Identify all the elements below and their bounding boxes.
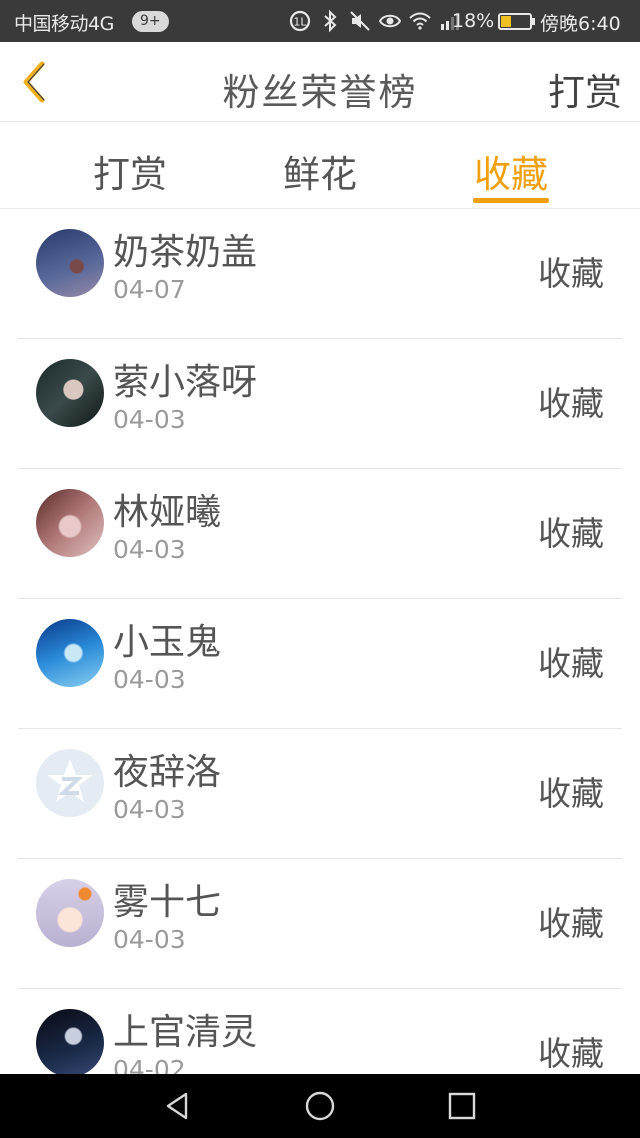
active-tab-indicator: [473, 198, 549, 203]
action-label: 收藏: [538, 384, 604, 423]
list-item[interactable]: 上官清灵 04-02 收藏: [0, 989, 640, 1074]
svg-text:1L: 1L: [293, 16, 307, 29]
list-item[interactable]: 奶茶奶盖 04-07 收藏: [0, 209, 640, 339]
status-bar: 中国移动4G 9+ 1L 18% 傍晚6:40: [0, 0, 640, 42]
user-name: 萦小落呀: [113, 362, 258, 403]
user-name: 小玉鬼: [113, 622, 222, 663]
user-date: 04-02: [113, 1055, 186, 1074]
battery-percent: 18%: [452, 10, 495, 32]
user-name: 奶茶奶盖: [113, 232, 258, 273]
user-name: 上官清灵: [113, 1012, 258, 1053]
page-title: 粉丝荣誉榜: [222, 71, 418, 114]
tab-flowers[interactable]: 鲜花: [260, 144, 380, 198]
carrier-label: 中国移动4G: [14, 13, 114, 35]
battery-icon: [498, 13, 535, 30]
qq-default-avatar-icon: [47, 759, 93, 802]
avatar: [36, 359, 104, 427]
notification-badge: 9+: [132, 11, 169, 32]
user-date: 04-03: [113, 925, 186, 954]
data-saver-icon: 1L: [289, 10, 311, 32]
avatar: [36, 229, 104, 297]
user-date: 04-03: [113, 665, 186, 694]
system-navbar: [0, 1074, 640, 1138]
action-label: 收藏: [538, 254, 604, 293]
tab-bar: 打赏 鲜花 收藏: [0, 122, 640, 209]
user-date: 04-07: [113, 275, 186, 304]
action-label: 收藏: [538, 1034, 604, 1073]
tab-favorites[interactable]: 收藏: [451, 144, 571, 198]
recents-square-icon[interactable]: [446, 1090, 478, 1122]
avatar: [36, 1009, 104, 1074]
clock: 傍晚6:40: [540, 13, 621, 35]
user-date: 04-03: [113, 405, 186, 434]
action-label: 收藏: [538, 904, 604, 943]
avatar: [36, 489, 104, 557]
status-icons: 1L: [288, 9, 468, 33]
action-label: 收藏: [538, 514, 604, 553]
action-label: 收藏: [538, 774, 604, 813]
list-item[interactable]: 林娅曦 04-03 收藏: [0, 469, 640, 599]
list-item[interactable]: 夜辞洛 04-03 收藏: [0, 729, 640, 859]
list-item[interactable]: 雾十七 04-03 收藏: [0, 859, 640, 989]
avatar: [36, 749, 104, 817]
user-name: 林娅曦: [113, 492, 222, 533]
mute-icon: [350, 11, 370, 31]
user-name: 夜辞洛: [113, 752, 222, 793]
user-date: 04-03: [113, 795, 186, 824]
avatar: [36, 619, 104, 687]
avatar: [36, 879, 104, 947]
list-item[interactable]: 小玉鬼 04-03 收藏: [0, 599, 640, 729]
user-date: 04-03: [113, 535, 186, 564]
action-label: 收藏: [538, 644, 604, 683]
wifi-icon: [409, 12, 431, 30]
fan-list: 奶茶奶盖 04-07 收藏 萦小落呀 04-03 收藏 林娅曦 04-03 收藏…: [0, 209, 640, 1074]
app-header: 粉丝荣誉榜 打赏: [0, 42, 640, 122]
bluetooth-icon: [324, 9, 337, 33]
tab-reward[interactable]: 打赏: [70, 144, 190, 198]
reward-button[interactable]: 打赏: [548, 62, 622, 116]
list-item[interactable]: 萦小落呀 04-03 收藏: [0, 339, 640, 469]
eye-icon: [378, 14, 402, 28]
back-triangle-icon[interactable]: [162, 1090, 194, 1122]
user-name: 雾十七: [113, 882, 222, 923]
home-circle-icon[interactable]: [304, 1090, 336, 1122]
